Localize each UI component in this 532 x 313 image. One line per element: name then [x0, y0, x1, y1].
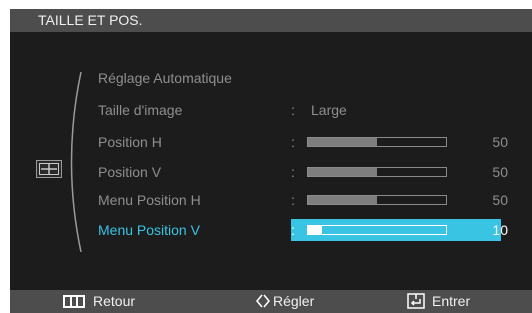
- menu-title: TAILLE ET POS.: [38, 12, 143, 28]
- menu-item-menu-position-h[interactable]: Menu Position H : 50: [10, 189, 532, 211]
- menu-item-auto-adjust[interactable]: Réglage Automatique: [10, 67, 532, 89]
- position-h-value: 50: [492, 134, 508, 150]
- value-separator: :: [291, 164, 295, 180]
- enter-label: Entrer: [432, 293, 471, 309]
- menu-item-position-h[interactable]: Position H : 50: [10, 131, 532, 153]
- menu-item-menu-position-v[interactable]: Menu Position V : 10: [10, 219, 532, 241]
- menu-title-bar: TAILLE ET POS.: [10, 9, 532, 32]
- osd-menu: TAILLE ET POS. Réglage Automatique Taill…: [10, 9, 532, 313]
- back-button[interactable]: Retour: [63, 290, 173, 313]
- position-v-value: 50: [492, 164, 508, 180]
- menu-position-h-value: 50: [492, 192, 508, 208]
- position-h-slider[interactable]: [307, 137, 447, 147]
- menu-item-label: Position V: [98, 164, 162, 180]
- enter-button[interactable]: Entrer: [407, 290, 527, 313]
- image-size-value: Large: [311, 102, 347, 118]
- menu-position-h-slider[interactable]: [307, 195, 447, 205]
- slider-fill: [308, 196, 377, 204]
- footer-bar: Retour Régler Entrer: [10, 290, 532, 313]
- value-separator: :: [291, 102, 295, 118]
- slider-fill: [308, 138, 377, 146]
- menu-item-label: Réglage Automatique: [98, 70, 232, 86]
- menu-item-image-size[interactable]: Taille d'image : Large: [10, 99, 532, 121]
- menu-item-position-v[interactable]: Position V : 50: [10, 161, 532, 183]
- value-separator: :: [291, 134, 295, 150]
- adjust-label: Régler: [273, 293, 315, 309]
- diamond-arrows-icon: [256, 294, 270, 308]
- enter-icon: [407, 293, 425, 309]
- menu-item-label: Menu Position V: [98, 222, 200, 238]
- menu-position-v-slider[interactable]: [307, 225, 447, 235]
- menu-item-label: Menu Position H: [98, 192, 201, 208]
- back-label: Retour: [93, 293, 136, 309]
- menu-content: Réglage Automatique Taille d'image : Lar…: [10, 32, 532, 290]
- menu-bars-icon: [63, 295, 85, 308]
- menu-item-label: Position H: [98, 134, 162, 150]
- value-separator: :: [291, 192, 295, 208]
- menu-item-label: Taille d'image: [98, 102, 183, 118]
- adjust-button[interactable]: Régler: [256, 290, 366, 313]
- slider-fill: [308, 168, 377, 176]
- menu-position-v-value: 10: [492, 222, 508, 238]
- position-v-slider[interactable]: [307, 167, 447, 177]
- value-separator: :: [291, 222, 295, 238]
- slider-fill: [308, 226, 322, 234]
